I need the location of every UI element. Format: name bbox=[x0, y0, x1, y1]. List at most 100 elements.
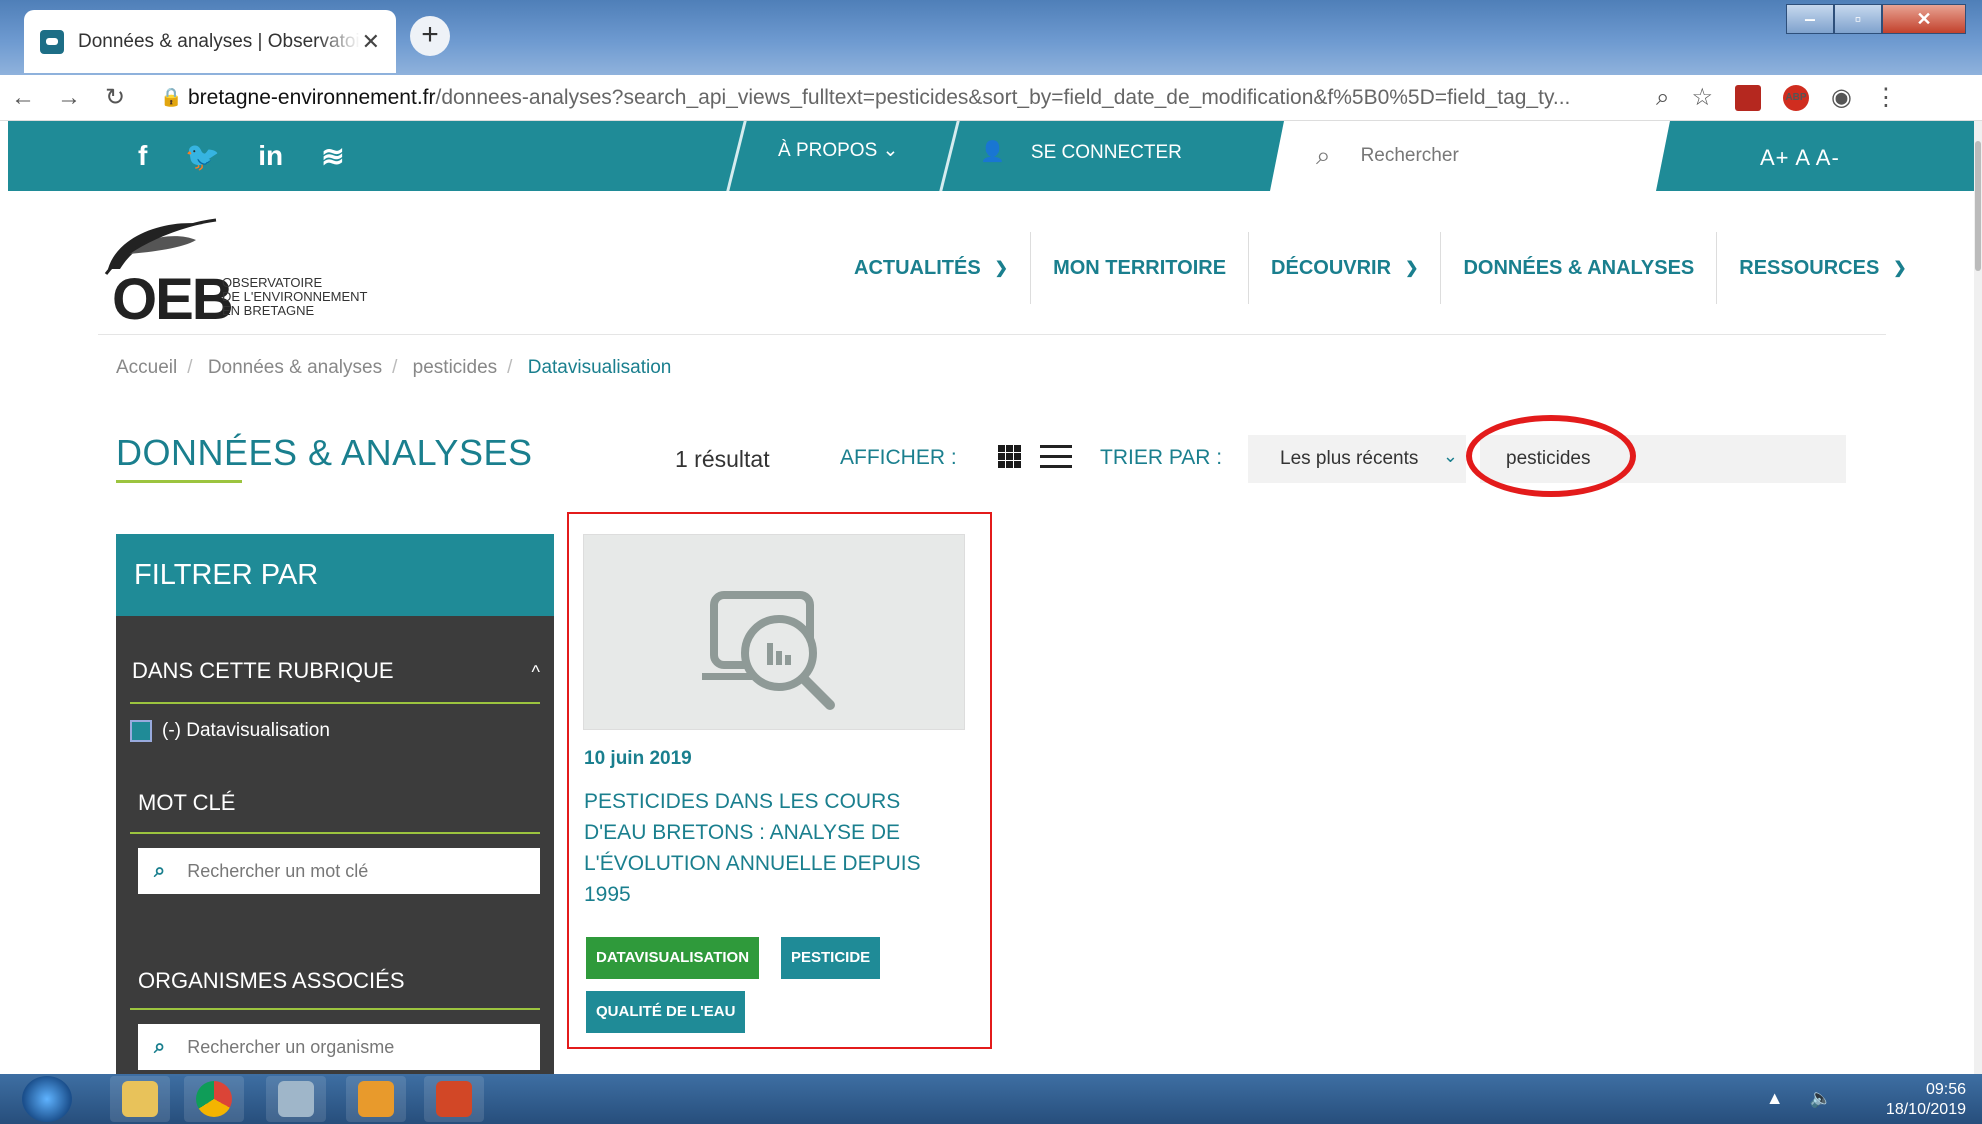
breadcrumb-accueil[interactable]: Accueil bbox=[116, 357, 177, 378]
tray-expand-icon[interactable]: ▲ bbox=[1766, 1088, 1784, 1109]
menu-kebab-icon[interactable]: ⋮ bbox=[1874, 83, 1898, 112]
page-scrollbar[interactable] bbox=[1974, 121, 1982, 1074]
facebook-icon[interactable]: f bbox=[138, 140, 147, 172]
chevron-down-icon: ⌄ bbox=[1442, 446, 1458, 466]
topbar-divider bbox=[726, 121, 747, 191]
browser-toolbar-icons: ⌕ ☆ ABP ◉ ⋮ bbox=[1656, 83, 1898, 112]
highlight-ellipse bbox=[1466, 415, 1636, 497]
section-divider bbox=[130, 1008, 540, 1010]
tag-pesticide[interactable]: PESTICIDE bbox=[781, 937, 881, 979]
back-icon[interactable]: ← bbox=[0, 84, 46, 112]
rss-icon[interactable]: ≋ bbox=[321, 140, 344, 173]
new-tab-button[interactable]: + bbox=[410, 16, 450, 56]
list-view-icon[interactable] bbox=[1040, 445, 1072, 469]
taskbar-outlook[interactable] bbox=[346, 1076, 406, 1122]
organism-search-input[interactable]: ⌕ Rechercher un organisme bbox=[138, 1024, 540, 1070]
result-count: 1 résultat bbox=[675, 446, 770, 472]
taskbar-powerpoint[interactable] bbox=[424, 1076, 484, 1122]
site-favicon-icon bbox=[40, 29, 64, 54]
display-label: AFFICHER : bbox=[840, 446, 957, 469]
filter-checkbox-datavisualisation[interactable]: (-) Datavisualisation bbox=[116, 720, 330, 742]
browser-tab[interactable]: Données & analyses | Observatoire de l'e… bbox=[24, 10, 396, 73]
chrome-icon bbox=[196, 1081, 232, 1117]
tag-datavisualisation[interactable]: DATAVISUALISATION bbox=[586, 937, 760, 979]
filter-sidebar: FILTRER PAR DANS CETTE RUBRIQUE ^ (-) Da… bbox=[116, 534, 554, 1074]
close-window-button[interactable]: ✕ bbox=[1882, 4, 1966, 34]
nav-ressources[interactable]: RESSOURCES ❯ bbox=[1716, 232, 1928, 304]
section-dans-cette-rubrique[interactable]: DANS CETTE RUBRIQUE ^ bbox=[116, 658, 554, 684]
sort-select[interactable]: Les plus récents ⌄ bbox=[1248, 435, 1466, 483]
checkbox-icon[interactable] bbox=[130, 720, 152, 742]
tag-qualite-eau[interactable]: QUALITÉ DE L'EAU bbox=[586, 991, 746, 1033]
chevron-down-icon: ❯ bbox=[1893, 260, 1907, 277]
breadcrumb-current: Datavisualisation bbox=[527, 357, 672, 378]
topbar-divider bbox=[939, 121, 960, 191]
site-logo[interactable]: OEB OBSERVATOIRE DE L'ENVIRONNEMENT EN B… bbox=[98, 214, 398, 332]
main-nav: ACTUALITÉS ❯ MON TERRITOIRE DÉCOUVRIR ❯ DO… bbox=[832, 232, 1929, 304]
social-links: f 🐦 in ≋ bbox=[138, 121, 345, 191]
nav-actualites[interactable]: ACTUALITÉS ❯ bbox=[832, 232, 1030, 304]
taskbar-chrome[interactable] bbox=[184, 1076, 244, 1122]
nav-mon-territoire[interactable]: MON TERRITOIRE bbox=[1030, 232, 1248, 304]
login-link[interactable]: 👤 SE CONNECTER bbox=[980, 121, 1182, 191]
chevron-up-icon: ^ bbox=[531, 662, 540, 682]
lock-icon[interactable]: 🔒 bbox=[160, 87, 182, 108]
data-analysis-icon bbox=[702, 591, 835, 710]
breadcrumb: Accueil / Données & analyses / pesticides /… bbox=[116, 357, 672, 378]
tab-title: Données & analyses | Observatoire de l'e… bbox=[78, 30, 360, 52]
address-bar: ← → ↻ 🔒 bretagne-environnement.fr/donnee… bbox=[0, 75, 1982, 121]
sort-label: TRIER PAR : bbox=[1100, 446, 1223, 469]
adblock-extension-icon[interactable]: ABP bbox=[1782, 84, 1809, 111]
bookmark-star-icon[interactable]: ☆ bbox=[1691, 83, 1713, 112]
page-title: DONNÉES & ANALYSES bbox=[116, 432, 533, 473]
title-underline bbox=[116, 480, 242, 483]
calculator-icon bbox=[278, 1081, 314, 1117]
nav-donnees-analyses[interactable]: DONNÉES & ANALYSES bbox=[1440, 232, 1716, 304]
system-tray: ▲ 🔈 bbox=[1766, 1088, 1832, 1109]
outlook-icon bbox=[358, 1081, 394, 1117]
profile-icon[interactable]: ◉ bbox=[1831, 83, 1852, 112]
result-title-link[interactable]: Pesticides dans les cours d'eau bretons … bbox=[584, 786, 964, 910]
search-icon: ⌕ bbox=[1316, 140, 1331, 170]
chevron-down-icon: ❯ bbox=[994, 260, 1009, 277]
window-controls: ‒ ▫ ✕ bbox=[1786, 4, 1966, 34]
forward-icon[interactable]: → bbox=[46, 84, 92, 112]
minimize-button[interactable]: ‒ bbox=[1786, 4, 1834, 34]
volume-icon[interactable]: 🔈 bbox=[1810, 1088, 1832, 1109]
result-thumbnail[interactable] bbox=[583, 534, 965, 730]
search-icon: ⌕ bbox=[154, 859, 166, 882]
section-divider bbox=[130, 832, 540, 834]
windows-taskbar: ▲ 🔈 09:56 18/10/2019 bbox=[0, 1074, 1982, 1124]
reload-icon[interactable]: ↻ bbox=[92, 83, 138, 112]
breadcrumb-pesticides[interactable]: pesticides bbox=[413, 357, 498, 378]
site-topbar: f 🐦 in ≋ À PROPOS ⌄ 👤 SE CONNECTER ⌕ Rech… bbox=[8, 121, 1974, 191]
url-input[interactable]: bretagne-environnement.fr/donnees-analys… bbox=[188, 86, 1638, 110]
search-icon: ⌕ bbox=[154, 1035, 166, 1058]
user-icon: 👤 bbox=[980, 141, 1005, 163]
chevron-down-icon: ⌄ bbox=[882, 140, 899, 161]
start-button[interactable] bbox=[22, 1076, 72, 1122]
font-size-controls[interactable]: A+ A A- bbox=[1760, 121, 1840, 191]
apropos-menu[interactable]: À PROPOS ⌄ bbox=[778, 121, 898, 191]
grid-view-icon[interactable] bbox=[998, 445, 1022, 469]
close-tab-icon[interactable]: ✕ bbox=[362, 29, 380, 55]
pdf-extension-icon[interactable] bbox=[1734, 84, 1761, 111]
linkedin-icon[interactable]: in bbox=[258, 140, 283, 172]
keyword-search-input[interactable]: ⌕ Rechercher un mot clé bbox=[138, 848, 540, 894]
system-clock[interactable]: 09:56 18/10/2019 bbox=[1886, 1080, 1966, 1120]
taskbar-explorer[interactable] bbox=[110, 1076, 170, 1122]
section-mot-cle: MOT CLÉ bbox=[138, 790, 236, 815]
section-organismes: ORGANISMES ASSOCIÉS bbox=[138, 968, 405, 993]
browser-tabbar: Données & analyses | Observatoire de l'e… bbox=[0, 0, 1982, 75]
site-search-input[interactable]: ⌕ Rechercher bbox=[1270, 121, 1670, 191]
filter-heading: FILTRER PAR bbox=[116, 534, 554, 616]
maximize-button[interactable]: ▫ bbox=[1834, 4, 1882, 34]
section-divider bbox=[130, 702, 540, 704]
nav-decouvrir[interactable]: DÉCOUVRIR ❯ bbox=[1248, 232, 1440, 304]
twitter-icon[interactable]: 🐦 bbox=[185, 140, 220, 173]
zoom-icon[interactable]: ⌕ bbox=[1656, 84, 1669, 112]
result-date: 10 juin 2019 bbox=[584, 748, 692, 769]
taskbar-calculator[interactable] bbox=[266, 1076, 326, 1122]
chevron-down-icon: ❯ bbox=[1405, 260, 1419, 277]
breadcrumb-donnees[interactable]: Données & analyses bbox=[208, 357, 382, 378]
